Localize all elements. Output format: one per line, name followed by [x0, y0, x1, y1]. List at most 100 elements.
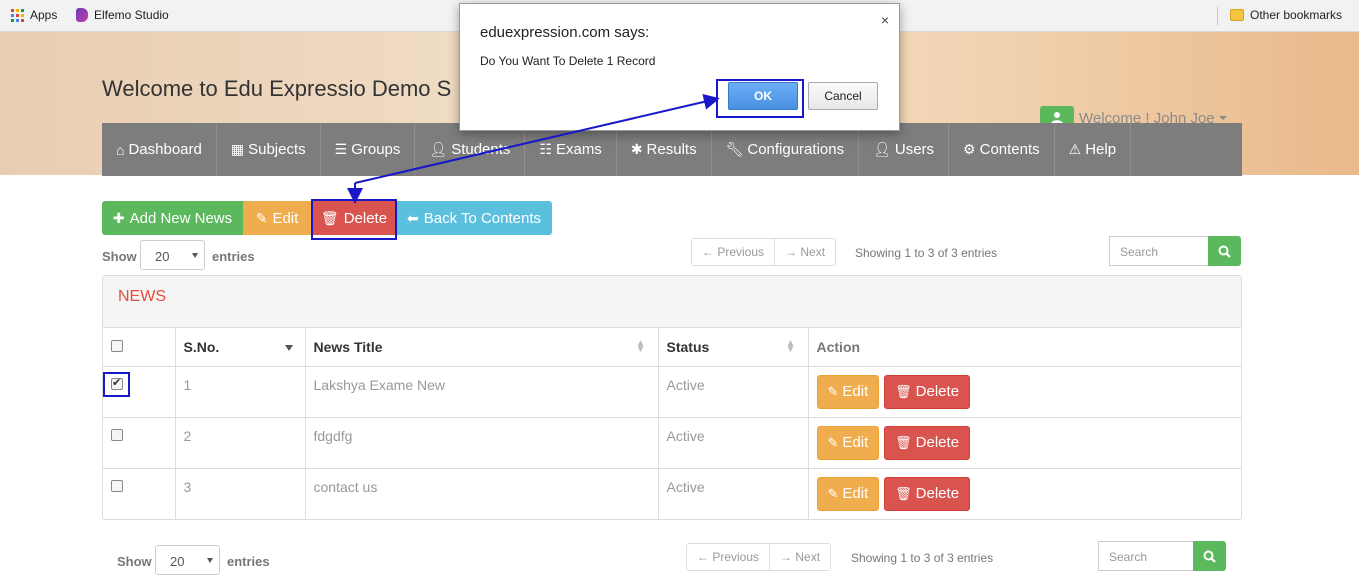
dialog-title: eduexpression.com says: — [480, 24, 650, 41]
row-delete-label: Delete — [915, 485, 960, 502]
search-input-bottom[interactable]: Search — [1098, 541, 1194, 571]
nav-label: Groups — [351, 141, 401, 158]
row-sno: 1 — [175, 366, 306, 418]
row-actions: ✎ Edit 🗑︎ Delete — [808, 366, 1241, 418]
nav-label: Subjects — [248, 141, 306, 158]
row-delete-button[interactable]: 🗑︎ Delete — [884, 425, 971, 460]
nav-label: Help — [1085, 141, 1117, 158]
search-input[interactable]: Search — [1109, 236, 1209, 266]
add-news-button[interactable]: ✚ Add New News — [102, 201, 243, 235]
show-label-bottom: Show — [117, 554, 152, 569]
previous-button[interactable]: ← Previous — [692, 239, 774, 265]
trash-icon: 🗑︎ — [895, 485, 912, 501]
next-button[interactable]: → Next — [774, 239, 835, 265]
row-delete-button[interactable]: 🗑︎ Delete — [884, 374, 971, 409]
edit-label: Edit — [272, 209, 299, 227]
add-news-label: Add New News — [129, 209, 233, 227]
sort-icon: ▲ ▼ — [635, 338, 646, 355]
nav-label: Exams — [555, 141, 602, 158]
nav-label: Dashboard — [128, 141, 202, 158]
page-size-select-bottom[interactable]: 20 — [155, 545, 220, 575]
row-edit-button[interactable]: ✎ Edit — [816, 425, 880, 460]
row-delete-label: Delete — [915, 383, 960, 400]
nav-label: Results — [646, 141, 697, 158]
bookmark-apps[interactable]: Apps — [11, 8, 57, 22]
bookmark-other[interactable]: Other bookmarks — [1230, 8, 1342, 22]
show-label: Show — [102, 249, 137, 264]
edit-icon: ✎ — [255, 209, 268, 226]
delete-button[interactable]: 🗑︎ Delete — [313, 201, 395, 235]
row-delete-button[interactable]: 🗑︎ Delete — [884, 476, 971, 511]
select-all-cell — [103, 328, 176, 367]
search-button-bottom[interactable] — [1193, 541, 1226, 571]
select-all-checkbox[interactable] — [111, 339, 123, 352]
nav-dashboard[interactable]: ⌂ Dashboard — [102, 123, 217, 176]
row-edit-button[interactable]: ✎ Edit — [816, 374, 880, 409]
page-size-value: 20 — [155, 249, 170, 264]
row-check-cell — [103, 468, 176, 519]
table-row: 1 Lakshya Exame New Active ✎Edit 🗑︎Delet… — [103, 366, 1241, 418]
delete-label: Delete — [343, 209, 388, 227]
row-edit-button[interactable]: ✎ Edit — [816, 476, 880, 511]
row-title: Lakshya Exame New — [305, 366, 659, 418]
next-button[interactable]: → Next — [769, 544, 830, 570]
nav-help[interactable]: ⚠ Help — [1055, 123, 1132, 176]
row-title: fdgdfg — [305, 417, 659, 469]
col-title[interactable]: News Title ▲ ▼ — [305, 328, 659, 367]
asterisk-icon: ✱ — [630, 141, 643, 157]
table-header: S.No. News Title ▲ ▼ Status ▲ ▼ Action — [103, 328, 1241, 367]
row-edit-label: Edit — [842, 485, 869, 502]
bookmark-elfemo-label: Elfemo Studio — [94, 8, 169, 22]
site-title: Welcome to Edu Expressio Demo S — [102, 76, 452, 101]
ok-button[interactable]: OK — [728, 82, 798, 110]
previous-button[interactable]: ← Previous — [687, 544, 769, 570]
folder-icon — [1230, 9, 1244, 21]
row-checkbox[interactable] — [111, 428, 123, 441]
nav-subjects[interactable]: ▦ Subjects — [217, 123, 321, 176]
user-icon: 👤︎ — [429, 141, 448, 157]
news-table: S.No. News Title ▲▼ Status ▲▼ Action 1 Lak… — [103, 328, 1241, 519]
page-size-select[interactable]: 20 — [140, 240, 205, 270]
chevron-down-icon — [207, 558, 213, 563]
chevron-down-icon — [192, 253, 198, 258]
row-delete-label: Delete — [915, 434, 960, 451]
col-sno[interactable]: S.No. — [175, 328, 306, 367]
cog-icon: ⚙ — [963, 141, 976, 157]
home-icon: ⌂ — [116, 141, 125, 158]
nav-label: Configurations — [747, 141, 845, 158]
trash-icon: 🗑︎ — [320, 209, 339, 226]
edit-button[interactable]: ✎ Edit — [243, 201, 311, 235]
row-edit-label: Edit — [842, 383, 869, 400]
wrench-icon: 🔧︎ — [725, 141, 744, 157]
sort-desc-icon — [284, 345, 293, 351]
row-sno: 3 — [175, 468, 306, 519]
confirm-dialog: eduexpression.com says: × Do You Want To… — [459, 3, 900, 131]
table-row: 2 fdgdfg Active ✎ Edit 🗑︎ Delete — [103, 417, 1241, 469]
cancel-button[interactable]: Cancel — [808, 82, 878, 110]
row-title: contact us — [305, 468, 659, 519]
bookmark-apps-label: Apps — [30, 8, 58, 22]
pagination-top: ← Previous → Next — [691, 238, 837, 266]
row-checkbox[interactable] — [111, 376, 123, 390]
edit-icon: ✎ — [827, 485, 839, 501]
col-status-label: Status — [666, 338, 710, 355]
user-icon: 👤︎ — [873, 141, 891, 157]
list-icon: ☰ — [334, 141, 348, 157]
close-icon[interactable]: × — [881, 12, 889, 28]
col-status[interactable]: Status ▲ ▼ — [658, 328, 809, 367]
panel-title: NEWS — [103, 276, 1241, 328]
search-button[interactable] — [1208, 236, 1241, 266]
edit-icon: ✎ — [827, 434, 839, 450]
nav-contents[interactable]: ⚙ Contents — [949, 123, 1055, 176]
back-to-contents-button[interactable]: ⬅ Back To Contents — [396, 201, 552, 235]
entries-info: Showing 1 to 3 of 3 entries — [855, 246, 998, 260]
nav-groups[interactable]: ☰ Groups — [321, 123, 416, 176]
row-checkbox[interactable] — [111, 479, 123, 492]
bookmark-other-label: Other bookmarks — [1250, 8, 1343, 22]
arrow-left-icon: ⬅ — [406, 209, 419, 226]
row-check-cell — [103, 417, 176, 469]
trash-icon: 🗑︎ — [895, 434, 912, 450]
bookmark-elfemo[interactable]: Elfemo Studio — [76, 8, 169, 22]
col-sno-label: S.No. — [183, 338, 220, 355]
row-status: Active — [658, 417, 809, 469]
